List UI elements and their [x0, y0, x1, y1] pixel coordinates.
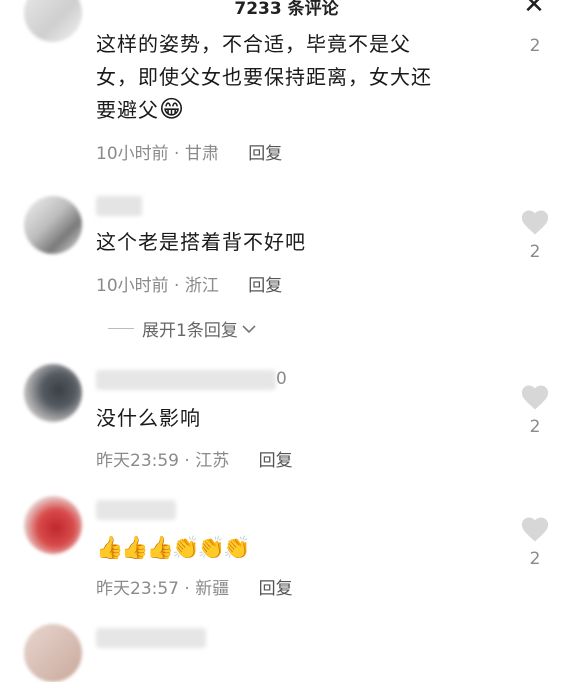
username[interactable]: [96, 500, 176, 520]
avatar[interactable]: [24, 196, 82, 254]
divider-line: [108, 328, 134, 329]
comment-time-location: 昨天23:59 · 江苏: [96, 451, 230, 471]
expand-replies-label: 展开1条回复: [142, 321, 238, 341]
comment-text: 这个老是搭着背不好吧: [96, 230, 306, 254]
like-count: 2: [529, 36, 541, 56]
reply-button[interactable]: 回复: [259, 579, 293, 599]
clap-thumbs-emoji-icons: 👍👍👍👏👏👏: [96, 536, 250, 561]
avatar[interactable]: [24, 0, 82, 42]
comment-meta: 昨天23:59 · 江苏 回复: [96, 446, 293, 471]
comment-meta: 昨天23:57 · 新疆 回复: [96, 574, 293, 599]
like-count: 2: [529, 242, 541, 262]
like-count: 2: [529, 549, 541, 569]
like-button[interactable]: 2: [518, 515, 552, 569]
comment-meta: 10小时前 · 浙江 回复: [96, 271, 282, 296]
comment-time-location: 昨天23:57 · 新疆: [96, 579, 230, 599]
comment-meta: 10小时前 · 甘肃 回复: [96, 139, 282, 164]
reply-button[interactable]: 回复: [248, 144, 282, 164]
grin-emoji-icon: 😁: [159, 95, 186, 123]
like-button[interactable]: 2: [518, 0, 552, 56]
comment-text: 这样的姿势，不合适，毕竟不是父 女，即使父女也要保持距离，女大还 要避父😁: [96, 32, 432, 123]
comment-time-location: 10小时前 · 浙江: [96, 276, 219, 296]
avatar[interactable]: [24, 364, 82, 422]
like-count: 2: [529, 417, 541, 437]
avatar[interactable]: [24, 624, 82, 682]
comment-time-location: 10小时前 · 甘肃: [96, 144, 219, 164]
avatar[interactable]: [24, 496, 82, 554]
comment-text: 没什么影响: [96, 406, 201, 430]
comment-text: 👍👍👍👏👏👏: [96, 532, 496, 565]
username[interactable]: [96, 196, 142, 216]
comment-count-title: 7233 条评论: [234, 0, 339, 19]
username-suffix: 0: [276, 369, 287, 389]
reply-button[interactable]: 回复: [259, 451, 293, 471]
chevron-down-icon: [242, 324, 256, 333]
heart-icon: [521, 517, 549, 542]
like-button[interactable]: 2: [518, 383, 552, 437]
username[interactable]: [96, 628, 206, 648]
like-button[interactable]: 2: [518, 208, 552, 262]
expand-replies-button[interactable]: 展开1条回复: [108, 316, 257, 341]
reply-button[interactable]: 回复: [248, 276, 282, 296]
heart-icon: [521, 210, 549, 235]
heart-icon: [521, 385, 549, 410]
username[interactable]: [96, 370, 276, 390]
comments-header: 7233 条评论 ✕: [0, 0, 573, 22]
